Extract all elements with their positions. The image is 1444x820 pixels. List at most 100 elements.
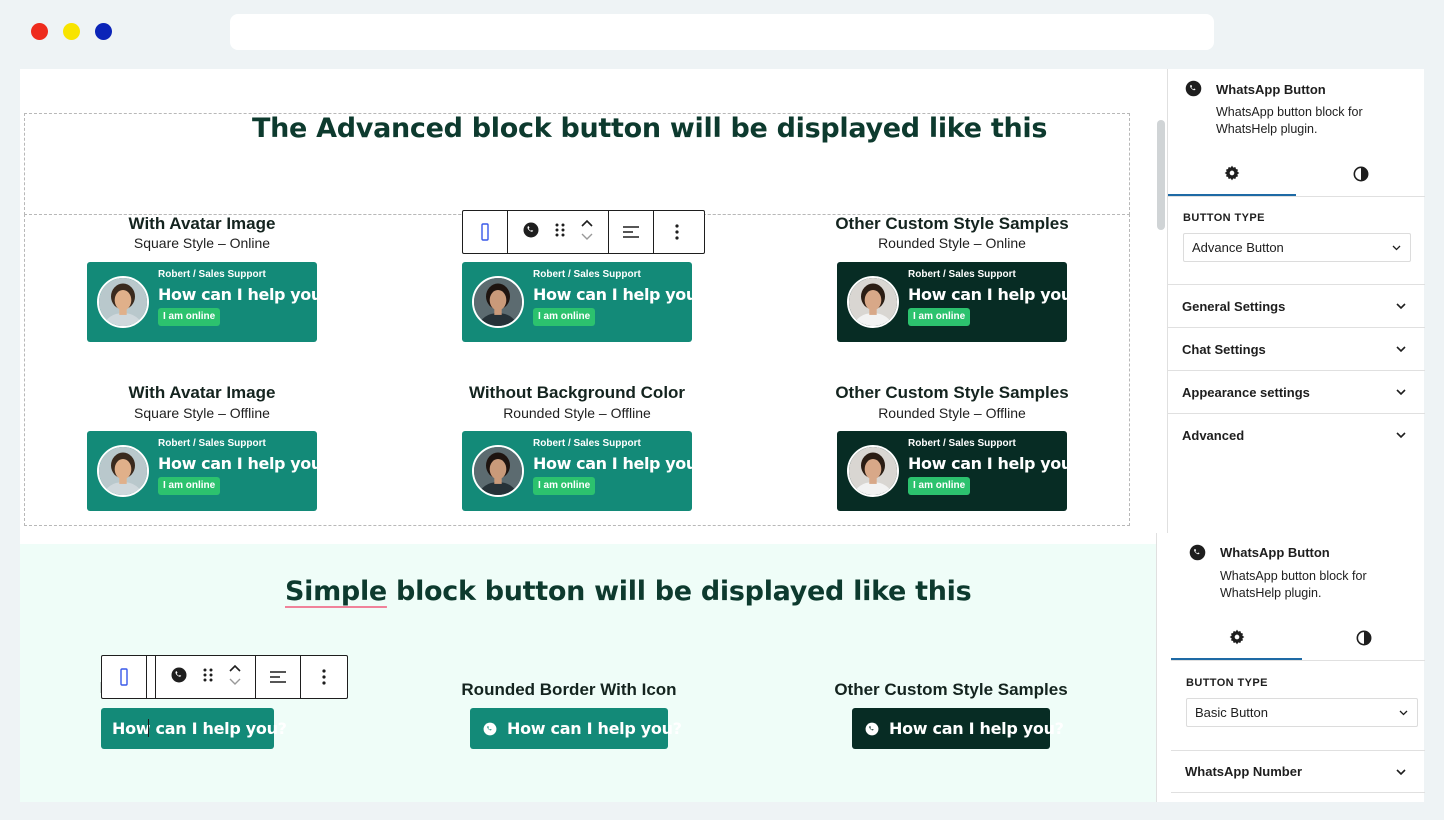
agent-question: How can I help you? [158,285,331,304]
simple-heading-underlined: Simple [285,576,387,607]
advanced-chat-button[interactable]: Robert / Sales Support How can I help you… [87,431,331,511]
more-options-button[interactable] [654,211,699,253]
section-label: General Settings [1182,298,1286,314]
chevron-down-icon [1396,432,1406,439]
more-options-icon [674,224,679,240]
contrast-icon [1353,166,1368,182]
agent-question: How can I help you? [908,454,1081,473]
block-parent-button[interactable] [463,211,508,253]
block-title: WhatsApp Button [1220,545,1330,560]
agent-name: Robert / Sales Support [533,269,641,280]
button-type-select[interactable]: Advance Button [1183,233,1411,262]
adv-col-subtitle: Rounded Style – Offline [503,405,651,421]
tab-divider [1168,196,1425,197]
simple-button-rounded-icon-label: How can I help you? [507,719,682,738]
button-type-value: Advance Button [1192,240,1284,255]
adv-col-subtitle: Rounded Style – Online [878,235,1026,251]
tab-settings[interactable] [1171,616,1302,660]
advanced-chat-button[interactable]: Robert / Sales Support How can I help you… [837,431,1081,511]
chevron-down-icon [1392,245,1401,251]
section-chat-settings[interactable]: Chat Settings [1168,327,1425,370]
simple-heading: Simple block button will be displayed li… [285,576,972,607]
agent-question: How can I help you? [908,285,1081,304]
button-type-select[interactable]: Basic Button [1186,698,1418,727]
advanced-chat-button[interactable]: Robert / Sales Support How can I help you… [462,262,706,342]
text-cursor [148,719,149,737]
agent-name: Robert / Sales Support [158,438,266,449]
section-advanced[interactable]: Advanced [1168,413,1425,456]
address-bar[interactable] [230,14,1214,50]
align-icon [270,671,286,683]
simple-button-basic[interactable]: How can I help you? [101,708,287,749]
block-description: WhatsApp button block for WhatsHelp plug… [1216,105,1363,136]
move-up-down-icon[interactable] [228,664,242,691]
tab-styles[interactable] [1296,152,1425,196]
status-badge: I am online [158,477,221,495]
agent-name: Robert / Sales Support [908,438,1016,449]
advanced-chat-button[interactable]: Robert / Sales Support How can I help you… [87,262,331,342]
avatar [472,276,524,328]
whatsapp-icon [1189,544,1206,566]
status-badge: I am online [908,308,971,326]
chevron-down-icon [1396,303,1406,310]
simple-button-custom-label: How can I help you? [889,719,1064,738]
advanced-chat-button[interactable]: Robert / Sales Support How can I help you… [462,431,706,511]
section-appearance-settings[interactable]: Appearance settings [1168,370,1425,413]
adv-col-title: Without Background Color [468,383,686,402]
whatsapp-icon [865,722,879,736]
move-up-down-icon[interactable] [580,219,594,246]
block-parent-button[interactable] [102,656,147,698]
contrast-icon [1356,630,1371,646]
canvas-scrollbar-top[interactable] [1157,120,1165,230]
block-toolbar [462,210,705,254]
chevron-down-icon [1396,769,1406,776]
settings-panel-simple: WhatsApp Button WhatsApp button block fo… [1156,533,1425,802]
align-icon [623,226,639,238]
block-select-icon [120,668,128,686]
block-select-icon [481,223,489,241]
avatar [847,445,899,497]
section-label: Appearance settings [1182,384,1310,400]
minimize-window-dot[interactable] [63,23,80,40]
simple-col-title-3: Other Custom Style Samples [834,680,1068,699]
agent-question: How can I help you? [533,454,706,473]
drag-handle-icon[interactable] [203,667,213,688]
status-badge: I am online [908,477,971,495]
section-general-settings[interactable]: General Settings [1168,284,1425,327]
avatar [472,445,524,497]
avatar [847,276,899,328]
adv-col-subtitle: Rounded Style – Offline [878,405,1026,421]
chevron-down-icon [1399,710,1408,716]
close-window-dot[interactable] [31,23,48,40]
more-options-button[interactable] [301,656,346,698]
block-switcher-group [155,656,256,698]
simple-heading-rest: block button will be displayed like this [386,576,972,607]
align-button[interactable] [609,211,654,253]
advanced-chat-button[interactable]: Robert / Sales Support How can I help you… [837,262,1081,342]
simple-button-rounded-icon[interactable]: How can I help you? [470,708,682,749]
adv-col-title: Other Custom Style Samples [835,383,1069,402]
more-options-icon [321,669,326,685]
agent-name: Robert / Sales Support [158,269,266,280]
block-toolbar-simple [101,655,348,699]
tab-settings[interactable] [1168,152,1296,196]
whatsapp-icon[interactable] [522,221,540,244]
block-description: WhatsApp button block for WhatsHelp plug… [1220,569,1367,600]
simple-button-custom[interactable]: How can I help you? [852,708,1064,749]
status-badge: I am online [533,477,596,495]
gear-icon [1224,165,1240,181]
block-switcher-group [508,211,609,253]
agent-question: How can I help you? [158,454,331,473]
adv-col-title: With Avatar Image [128,383,276,402]
gear-icon [1229,629,1244,645]
align-button[interactable] [256,656,301,698]
maximize-window-dot[interactable] [95,23,112,40]
section-whatsapp-number[interactable]: WhatsApp Number [1171,750,1425,793]
chevron-down-icon [1396,346,1406,353]
status-badge: I am online [533,308,596,326]
adv-col-title: Other Custom Style Samples [835,214,1069,233]
tab-styles[interactable] [1302,616,1425,660]
button-type-value: Basic Button [1195,705,1268,720]
whatsapp-icon[interactable] [170,666,188,689]
drag-handle-icon[interactable] [555,222,565,243]
